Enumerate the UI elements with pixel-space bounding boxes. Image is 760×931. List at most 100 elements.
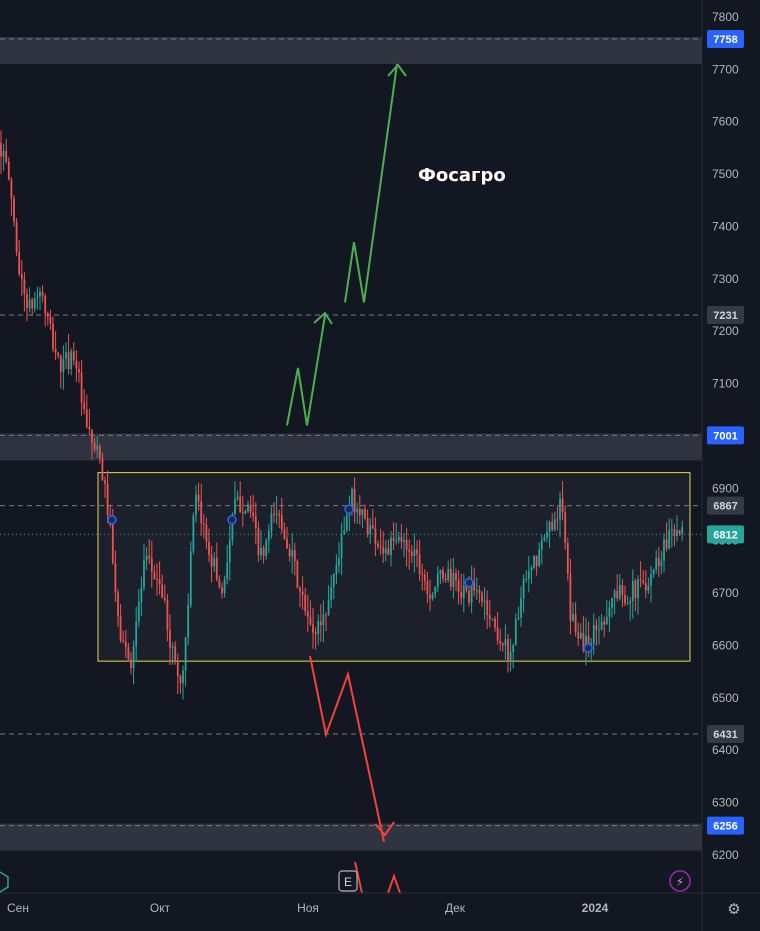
candle-body bbox=[522, 579, 525, 599]
event-marker[interactable] bbox=[344, 504, 354, 515]
candle-body bbox=[579, 632, 582, 639]
candle-body bbox=[130, 659, 132, 669]
candle-body bbox=[31, 299, 34, 309]
event-marker[interactable] bbox=[107, 515, 117, 525]
candle-body bbox=[548, 521, 551, 532]
settings-button[interactable]: ⚙ bbox=[727, 900, 740, 918]
candle-body bbox=[75, 360, 78, 369]
candle-body bbox=[478, 590, 481, 593]
candle-body bbox=[504, 639, 507, 646]
candle-body bbox=[345, 515, 348, 531]
candle-body bbox=[20, 273, 23, 280]
candle-body bbox=[670, 529, 673, 531]
candle-body bbox=[530, 567, 533, 572]
candle-body bbox=[288, 548, 291, 557]
candle-body bbox=[483, 600, 486, 602]
candle-body bbox=[356, 508, 359, 513]
candle-body bbox=[426, 580, 429, 595]
candle-body bbox=[650, 574, 652, 586]
candle-body bbox=[369, 525, 372, 534]
candle-body bbox=[301, 591, 304, 595]
candle-body bbox=[387, 548, 390, 555]
price-badge-label: 6431 bbox=[713, 729, 737, 741]
candle-body bbox=[491, 618, 494, 620]
candle-body bbox=[65, 352, 67, 359]
candle-body bbox=[605, 616, 608, 625]
lightning-icon-glyph: ⚡ bbox=[676, 875, 684, 889]
chart-title: Фосагро bbox=[418, 165, 506, 186]
candle-body bbox=[187, 605, 190, 638]
candle-body bbox=[158, 579, 161, 585]
candle-body bbox=[330, 586, 333, 600]
candle-body bbox=[46, 313, 49, 317]
candle bbox=[296, 559, 299, 589]
candle-body bbox=[26, 293, 28, 309]
candle-body bbox=[431, 594, 434, 599]
candle-body bbox=[208, 541, 210, 556]
candle-body bbox=[553, 519, 556, 530]
candle-body bbox=[72, 351, 75, 361]
candle-body bbox=[280, 515, 283, 530]
y-tick-label: 7200 bbox=[712, 324, 739, 338]
y-tick-label: 7500 bbox=[712, 167, 739, 181]
event-marker[interactable] bbox=[583, 643, 593, 653]
candle-body bbox=[525, 578, 528, 580]
event-marker[interactable] bbox=[227, 515, 237, 525]
price-chart[interactable]: Фосагро 7800 7700 7600 7500 7400 7300 7200 7100… bbox=[0, 0, 760, 931]
candle-body bbox=[416, 549, 418, 555]
candle-body bbox=[631, 580, 634, 602]
candle-body bbox=[44, 295, 47, 314]
candle-body bbox=[473, 582, 476, 591]
level-zone bbox=[0, 36, 702, 64]
candle-body bbox=[179, 675, 182, 684]
candle-body bbox=[439, 569, 442, 574]
candle-body bbox=[98, 445, 101, 459]
candle-body bbox=[564, 512, 567, 544]
candle-body bbox=[382, 547, 385, 554]
level-zone bbox=[0, 433, 702, 461]
candle-body bbox=[262, 547, 265, 556]
candle-body bbox=[455, 572, 457, 581]
candle-body bbox=[83, 402, 86, 410]
candle-body bbox=[559, 498, 561, 520]
candle-body bbox=[205, 524, 208, 542]
candle-body bbox=[62, 358, 65, 372]
x-tick-label: Окт bbox=[150, 901, 171, 915]
candle-body bbox=[140, 587, 143, 603]
candle-body bbox=[189, 551, 192, 606]
candle-body bbox=[343, 530, 346, 535]
candle-body bbox=[338, 558, 340, 566]
y-tick-label: 6500 bbox=[712, 691, 739, 705]
candle-body bbox=[228, 539, 231, 563]
price-badge-label: 6867 bbox=[713, 501, 737, 513]
candle-body bbox=[626, 602, 629, 604]
candle-body bbox=[390, 537, 392, 555]
candle-body bbox=[613, 590, 616, 598]
candle-body bbox=[213, 558, 216, 567]
candle-body bbox=[135, 621, 138, 647]
candle-body bbox=[291, 550, 294, 557]
candle-body bbox=[0, 142, 2, 157]
candle-body bbox=[309, 616, 312, 625]
candle-body bbox=[624, 594, 626, 604]
candle-body bbox=[296, 560, 299, 588]
candle-body bbox=[93, 442, 96, 450]
candle-body bbox=[218, 579, 221, 588]
candle-body bbox=[166, 599, 169, 631]
candle-body bbox=[608, 607, 611, 617]
candle-body bbox=[535, 555, 538, 566]
event-marker[interactable] bbox=[464, 577, 474, 588]
candle-body bbox=[366, 518, 369, 534]
candle-body bbox=[122, 640, 125, 642]
candle-body bbox=[676, 530, 678, 537]
candle-body bbox=[486, 600, 489, 616]
candle-body bbox=[85, 409, 88, 428]
candle-body bbox=[273, 513, 275, 515]
candle-body bbox=[460, 592, 463, 598]
candle-body bbox=[244, 511, 247, 514]
y-tick-label: 7700 bbox=[712, 62, 739, 76]
candle-body bbox=[236, 496, 239, 499]
range-box bbox=[97, 472, 691, 662]
candle-body bbox=[247, 504, 249, 512]
candle-body bbox=[488, 615, 491, 620]
